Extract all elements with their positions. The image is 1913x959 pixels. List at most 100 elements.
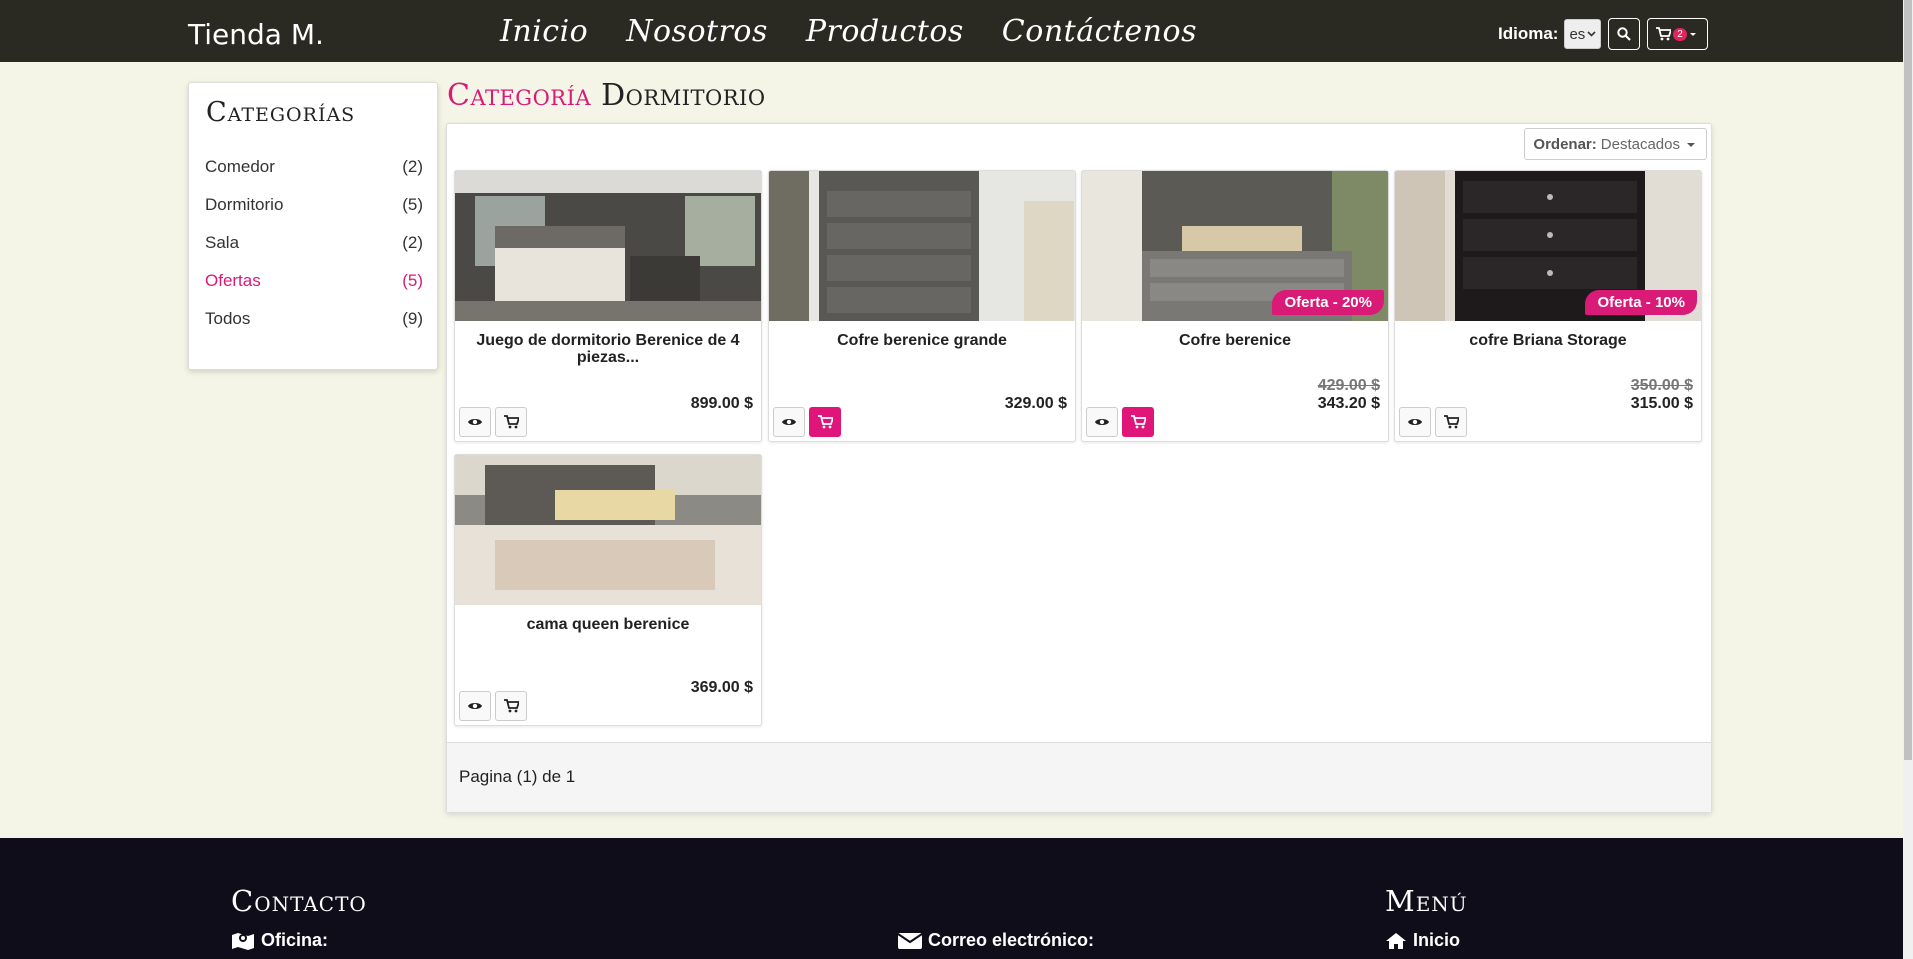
product-card[interactable]: Oferta - 10% cofre Briana Storage 350.00…: [1394, 170, 1702, 442]
product-image[interactable]: [769, 171, 1075, 321]
pagination-bar: Pagina (1) de 1: [447, 742, 1711, 812]
product-card[interactable]: Cofre berenice grande 329.00 $: [768, 170, 1076, 442]
navbar-tools: Idioma: es 2: [1498, 18, 1708, 50]
product-image[interactable]: [455, 455, 761, 605]
current-price: 899.00 $: [690, 395, 753, 412]
office-info: Oficina:: [231, 930, 328, 951]
cart-plus-icon: [503, 699, 519, 713]
category-todos[interactable]: Todos (9): [205, 309, 423, 347]
category-label: Sala: [205, 233, 240, 252]
view-button[interactable]: [773, 407, 805, 437]
category-label: Ofertas: [205, 271, 261, 290]
nav-nosotros[interactable]: Nosotros: [626, 14, 768, 49]
category-count: (2): [402, 157, 423, 176]
nav-productos[interactable]: Productos: [806, 14, 964, 49]
email-info: Correo electrónico:: [898, 930, 1094, 951]
category-count: (2): [402, 233, 423, 252]
eye-icon: [1095, 419, 1109, 425]
current-price: 315.00 $: [1630, 395, 1693, 412]
main-nav: Inicio Nosotros Productos Contáctenos: [500, 14, 1235, 49]
current-price: 343.20 $: [1317, 395, 1380, 412]
pagination-text: Pagina (1) de 1: [459, 767, 576, 786]
map-marker-icon: [232, 932, 254, 950]
chest-photo: [769, 171, 1075, 321]
old-price: 429.00 $: [1317, 377, 1380, 394]
search-icon: [1617, 27, 1632, 41]
add-to-cart-button[interactable]: [809, 407, 841, 437]
product-price: 369.00 $: [691, 679, 753, 697]
site-footer: Contacto Oficina: Correo electrónico: Me…: [0, 838, 1903, 959]
email-label: Correo electrónico:: [928, 930, 1095, 950]
language-label: Idioma:: [1498, 24, 1559, 43]
nav-inicio[interactable]: Inicio: [500, 14, 588, 49]
envelope-icon: [898, 932, 922, 949]
category-ofertas[interactable]: Ofertas (5): [205, 271, 423, 309]
card-actions: [773, 407, 841, 437]
nav-contactenos[interactable]: Contáctenos: [1002, 14, 1197, 49]
add-to-cart-button[interactable]: [1435, 407, 1467, 437]
view-button[interactable]: [459, 407, 491, 437]
product-image[interactable]: Oferta - 10%: [1395, 171, 1701, 321]
search-button[interactable]: [1608, 18, 1641, 50]
language-value: es: [1569, 25, 1586, 43]
product-price: 329.00 $: [1005, 395, 1067, 413]
cart-plus-icon: [503, 415, 519, 429]
product-image[interactable]: [455, 171, 761, 321]
sort-value: Destacados: [1600, 135, 1680, 153]
category-label: Dormitorio: [205, 195, 284, 214]
home-icon: [1386, 932, 1406, 949]
contact-title: Contacto: [231, 884, 367, 918]
caret-down-icon: [1689, 33, 1696, 36]
category-comedor[interactable]: Comedor (2): [205, 157, 423, 195]
scrollbar-thumb[interactable]: [1904, 0, 1912, 760]
navbar: Tienda M. Inicio Nosotros Productos Cont…: [0, 0, 1903, 62]
product-name[interactable]: cama queen berenice: [455, 605, 761, 671]
footer-link-inicio[interactable]: Inicio: [1385, 930, 1460, 951]
chevron-down-icon: [1587, 31, 1596, 37]
offer-badge: Oferta - 20%: [1272, 290, 1384, 315]
view-button[interactable]: [1399, 407, 1431, 437]
category-dormitorio[interactable]: Dormitorio (5): [205, 195, 423, 233]
old-price: 350.00 $: [1630, 377, 1693, 394]
category-label: Todos: [205, 309, 251, 328]
category-count: (9): [402, 309, 423, 328]
cart-count-badge: 2: [1673, 27, 1687, 41]
current-price: 329.00 $: [1004, 395, 1067, 412]
categories-sidebar: Categorías Comedor (2) Dormitorio (5) Sa…: [188, 82, 438, 370]
cart-dropdown-button[interactable]: 2: [1647, 18, 1708, 50]
category-sala[interactable]: Sala (2): [205, 233, 423, 271]
product-price: 350.00 $ 315.00 $: [1631, 377, 1693, 413]
eye-icon: [782, 419, 796, 425]
product-name[interactable]: Cofre berenice grande: [769, 321, 1075, 387]
page-title-category: Dormitorio: [601, 78, 766, 113]
sidebar-title: Categorías: [206, 97, 356, 128]
product-card[interactable]: Juego de dormitorio Berenice de 4 piezas…: [454, 170, 762, 442]
sort-dropdown[interactable]: Ordenar: Destacados: [1524, 128, 1707, 160]
category-label: Comedor: [205, 157, 275, 176]
office-label: Oficina:: [261, 930, 329, 950]
add-to-cart-button[interactable]: [1122, 407, 1154, 437]
bedroom-set-photo: [455, 171, 761, 321]
add-to-cart-button[interactable]: [495, 407, 527, 437]
language-select[interactable]: es: [1564, 19, 1602, 49]
card-actions: [459, 407, 527, 437]
cart-icon: [1656, 27, 1672, 41]
product-name[interactable]: Juego de dormitorio Berenice de 4 piezas…: [455, 321, 761, 387]
add-to-cart-button[interactable]: [495, 691, 527, 721]
footer-link-label: Inicio: [1413, 930, 1461, 950]
product-price: 899.00 $: [691, 395, 753, 413]
product-card[interactable]: Oferta - 20% Cofre berenice 429.00 $ 343…: [1081, 170, 1389, 442]
eye-icon: [468, 703, 482, 709]
category-list: Comedor (2) Dormitorio (5) Sala (2) Ofer…: [205, 157, 423, 347]
card-actions: [1399, 407, 1467, 437]
page-scrollbar[interactable]: [1903, 0, 1913, 959]
card-actions: [1086, 407, 1154, 437]
product-price: 429.00 $ 343.20 $: [1318, 377, 1380, 413]
product-card[interactable]: cama queen berenice 369.00 $: [454, 454, 762, 726]
view-button[interactable]: [1086, 407, 1118, 437]
view-button[interactable]: [459, 691, 491, 721]
product-image[interactable]: Oferta - 20%: [1082, 171, 1388, 321]
brand-logo[interactable]: Tienda M.: [188, 18, 324, 51]
caret-down-icon: [1687, 143, 1695, 147]
products-panel: Ordenar: Destacados Juego de dormitorio …: [446, 123, 1712, 813]
